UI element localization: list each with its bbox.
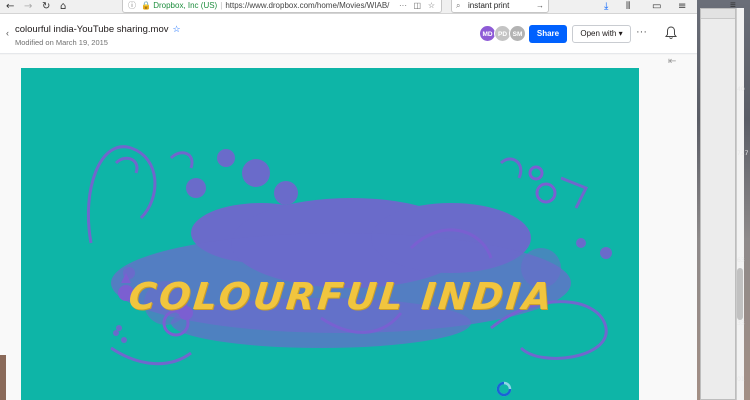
forward-icon[interactable]: → <box>24 0 32 13</box>
collapse-panel-icon[interactable]: ⇤ <box>668 56 676 67</box>
site-identity[interactable]: Dropbox, Inc (US) <box>153 1 217 10</box>
back-icon[interactable]: ← <box>6 0 14 13</box>
menu-icon[interactable]: ≡ <box>678 0 686 13</box>
window-menu-icon[interactable]: ≡ <box>730 0 736 11</box>
reload-icon[interactable]: ↻ <box>42 0 50 13</box>
home-icon[interactable]: ⌂ <box>60 0 66 13</box>
background-scrollbar-thumb[interactable] <box>737 268 743 320</box>
browser-toolbar: ← → ↻ ⌂ ⓘ 🔒 Dropbox, Inc (US) | https://ww… <box>0 0 697 14</box>
video-doodle-art <box>86 145 612 366</box>
search-input[interactable]: instant print <box>468 1 509 10</box>
side-number: 727 <box>737 150 749 157</box>
side-number: 63 <box>737 257 745 264</box>
loading-spinner-icon <box>495 380 513 398</box>
search-icon: ⌕ <box>456 1 461 10</box>
page-actions-icon[interactable]: ··· <box>399 0 407 12</box>
lock-icon: 🔒 <box>141 1 151 10</box>
file-header: ‹ colourful india-YouTube sharing.mov ☆ M… <box>0 14 697 54</box>
background-scrollbar[interactable] <box>736 8 744 400</box>
favorite-star-icon[interactable]: ☆ <box>173 24 181 34</box>
chevron-left-icon[interactable]: ‹ <box>6 28 9 38</box>
share-button[interactable]: Share <box>529 25 567 43</box>
download-icon[interactable]: ⤓ <box>604 0 608 13</box>
url-bar[interactable]: ⓘ 🔒 Dropbox, Inc (US) | https://www.dropbo… <box>122 0 442 13</box>
more-options-button[interactable]: ··· <box>636 25 647 39</box>
bell-icon[interactable] <box>665 26 677 45</box>
library-icon[interactable]: ⫴ <box>626 0 630 13</box>
desktop-left-edge <box>0 355 6 400</box>
side-number: 40 <box>737 86 745 93</box>
url-text[interactable]: https://www.dropbox.com/home/Movies/WIAB… <box>225 1 389 10</box>
file-title: colourful india-YouTube sharing.mov ☆ <box>15 24 181 35</box>
search-bar[interactable]: ⌕ instant print → <box>451 0 549 13</box>
info-icon[interactable]: ⓘ <box>128 0 136 12</box>
file-name: colourful india-YouTube sharing.mov <box>15 24 169 35</box>
avatar-sm[interactable]: SM <box>509 25 526 42</box>
pocket-icon[interactable]: ◫ <box>413 0 421 12</box>
side-number: 01 <box>737 376 745 383</box>
video-player[interactable]: COLOURFUL INDIA <box>21 68 639 400</box>
modified-date: Modified on March 19, 2015 <box>15 38 108 47</box>
background-window[interactable] <box>700 8 736 400</box>
search-go-icon[interactable]: → <box>536 0 544 12</box>
side-number: 33 <box>737 320 745 327</box>
sidebar-icon[interactable]: ▭ <box>652 0 661 13</box>
video-title-art: COLOURFUL INDIA <box>126 275 557 318</box>
open-with-button[interactable]: Open with ▾ <box>572 25 631 43</box>
bookmark-star-icon[interactable]: ☆ <box>428 0 435 12</box>
